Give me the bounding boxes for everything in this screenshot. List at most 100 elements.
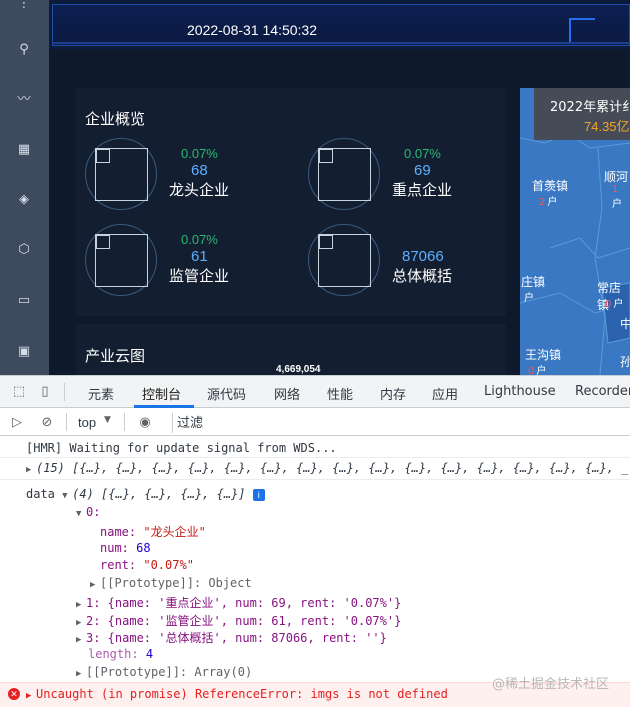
console-tree-row[interactable]: ▶ 1: {name: '重点企业', num: 69, rent: '0.07%…	[76, 594, 401, 611]
console-tree-row[interactable]: ▶ [[Prototype]]: Object	[90, 576, 252, 590]
header-accent-line	[52, 42, 630, 44]
tab-recorder[interactable]: Recorder	[575, 384, 630, 399]
tab-memory[interactable]: 内存	[380, 384, 406, 403]
stat-num: 69	[414, 162, 431, 179]
console-tree-row[interactable]: ▶ 2: {name: '监管企业', num: 61, rent: '0.07%…	[76, 612, 401, 629]
map-town-label[interactable]: 王沟镇	[525, 346, 561, 363]
console-tree-row: name: "龙头企业"	[100, 525, 206, 539]
map-town-count: 0户	[528, 366, 547, 375]
watermark: @稀土掘金技术社区	[492, 677, 610, 692]
filter-input[interactable]	[177, 414, 617, 432]
tab-sources[interactable]: 源代码	[207, 384, 246, 403]
chevron-down-icon[interactable]: ▼	[104, 415, 111, 425]
map-tooltip-value: 74.35亿	[584, 119, 630, 134]
clear-console-icon[interactable]: ⊘	[38, 414, 56, 432]
tab-elements[interactable]: 元素	[88, 384, 114, 403]
toolbar-separator	[66, 413, 67, 431]
info-icon[interactable]: i	[252, 488, 265, 501]
briefcase-icon[interactable]: ▣	[14, 342, 34, 362]
chart-icon[interactable]: ▦	[14, 140, 34, 160]
console-toolbar: ▷ ⊘ top ▼ ◉	[0, 409, 630, 436]
stat-num: 87066	[402, 248, 444, 265]
map-town-count: 0户	[605, 299, 624, 310]
context-selector[interactable]: top	[78, 415, 96, 430]
network-icon[interactable]: ⚲	[14, 40, 34, 60]
map-tooltip-title: 2022年累计纟	[550, 100, 630, 115]
trend-icon[interactable]: 〰	[14, 90, 34, 110]
error-icon: ✕	[8, 688, 20, 700]
divider	[0, 457, 630, 458]
stat-card[interactable]: 0.07% 61 监管企业	[85, 224, 285, 296]
error-message: ▶ Uncaught (in promise) ReferenceError: i…	[26, 687, 448, 701]
map-town-label[interactable]: 孙	[620, 353, 630, 370]
stat-card[interactable]: 0.07% 69 重点企业	[308, 138, 508, 210]
stat-name: 龙头企业	[169, 181, 230, 199]
map-town-count: 2户	[539, 197, 558, 208]
enterprise-overview-panel: 企业概览 0.07% 68 龙头企业 0.07% 69 重点企业 0.07% 6…	[76, 88, 506, 316]
monitor-icon[interactable]: ▭	[14, 291, 34, 311]
tab-network[interactable]: 网络	[274, 384, 300, 403]
stat-num: 68	[191, 162, 208, 179]
expand-arrow-icon[interactable]: ▶	[76, 618, 86, 628]
stat-image-placeholder	[318, 148, 371, 201]
broken-image-icon	[319, 149, 333, 163]
broken-image-icon	[96, 149, 110, 163]
map-town-count: 户	[524, 293, 534, 304]
console-tree-row: num: 68	[100, 541, 151, 555]
stat-name: 监管企业	[169, 267, 230, 285]
map-town-label[interactable]: 首羡镇	[532, 177, 568, 194]
console-log-line[interactable]: data ▼ (4) [{…}, {…}, {…}, {…}] i	[26, 487, 265, 501]
header-datetime: 2022-08-31 14:50:32	[187, 22, 317, 38]
cube-icon[interactable]: ◈	[14, 190, 34, 210]
tab-lighthouse[interactable]: Lighthouse	[484, 384, 556, 399]
stat-image-placeholder	[318, 234, 371, 287]
inspect-element-icon[interactable]: ⬚	[10, 383, 28, 401]
expand-arrow-icon[interactable]: ▶	[26, 691, 36, 701]
devtools-panel: ⬚ ▯ 元素 控制台 源代码 网络 性能 内存 应用 Lighthouse Re…	[0, 375, 630, 707]
tab-performance[interactable]: 性能	[327, 384, 353, 403]
tab-separator	[64, 383, 65, 401]
cloud-value: 4,669,054	[276, 364, 321, 375]
eye-icon[interactable]: ◉	[136, 414, 154, 432]
top-logo-icon[interactable]: ⋮	[14, 0, 34, 14]
devtools-tab-bar: ⬚ ▯ 元素 控制台 源代码 网络 性能 内存 应用 Lighthouse Re…	[0, 376, 630, 408]
tab-console[interactable]: 控制台	[142, 384, 181, 403]
dashboard-app: ⋮ ⚲ 〰 ▦ ◈ ⬡ ▭ ▣ 2022-08-31 14:50:32 企业概览…	[0, 0, 630, 375]
industry-cloud-panel: 产业云图 4,669,054	[76, 324, 506, 375]
expand-arrow-icon[interactable]: ▶	[76, 669, 86, 679]
stat-card[interactable]: 87066 总体概括	[308, 224, 508, 296]
console-log-line[interactable]: ▶ (15) [{…}, {…}, {…}, {…}, {…}, {…}, {…}…	[26, 461, 628, 475]
header-corner-decoration	[569, 18, 595, 42]
map-town-label[interactable]: 庄镇	[521, 273, 545, 290]
top-header: 2022-08-31 14:50:32	[49, 0, 630, 50]
tab-application[interactable]: 应用	[432, 384, 458, 403]
collapse-arrow-icon[interactable]: ▼	[62, 491, 72, 501]
sidebar-toggle-icon[interactable]: ▷	[8, 414, 26, 432]
console-output: [HMR] Waiting for update signal from WDS…	[0, 437, 630, 707]
console-tree-row[interactable]: ▼ 0:	[76, 505, 100, 519]
collapse-arrow-icon[interactable]: ▼	[76, 509, 86, 519]
console-log-line: [HMR] Waiting for update signal from WDS…	[26, 441, 337, 455]
expand-arrow-icon[interactable]: ▶	[90, 580, 100, 590]
map-town-count: 1户	[612, 184, 622, 210]
map-town-label[interactable]: 中	[620, 315, 630, 332]
header-frame	[52, 4, 630, 46]
broken-image-icon	[96, 235, 110, 249]
stat-image-placeholder	[95, 234, 148, 287]
shield-icon[interactable]: ⬡	[14, 240, 34, 260]
stat-card[interactable]: 0.07% 68 龙头企业	[85, 138, 285, 210]
console-tree-row[interactable]: ▶ 3: {name: '总体概括', num: 87066, rent: ''}	[76, 629, 387, 646]
expand-arrow-icon[interactable]: ▶	[26, 465, 36, 475]
expand-arrow-icon[interactable]: ▶	[76, 600, 86, 610]
cloud-title: 产业云图	[85, 348, 146, 365]
device-toolbar-icon[interactable]: ▯	[36, 383, 54, 401]
overview-title: 企业概览	[85, 111, 146, 128]
map-town-label[interactable]: 顺河	[604, 168, 628, 185]
console-tree-row: rent: "0.07%"	[100, 558, 194, 572]
active-tab-indicator	[134, 405, 194, 408]
console-tree-row[interactable]: ▶ [[Prototype]]: Array(0)	[76, 665, 252, 679]
expand-arrow-icon[interactable]: ▶	[76, 635, 86, 645]
sidebar: ⋮ ⚲ 〰 ▦ ◈ ⬡ ▭ ▣	[0, 0, 49, 375]
divider	[0, 479, 630, 480]
filter-box	[172, 413, 630, 433]
